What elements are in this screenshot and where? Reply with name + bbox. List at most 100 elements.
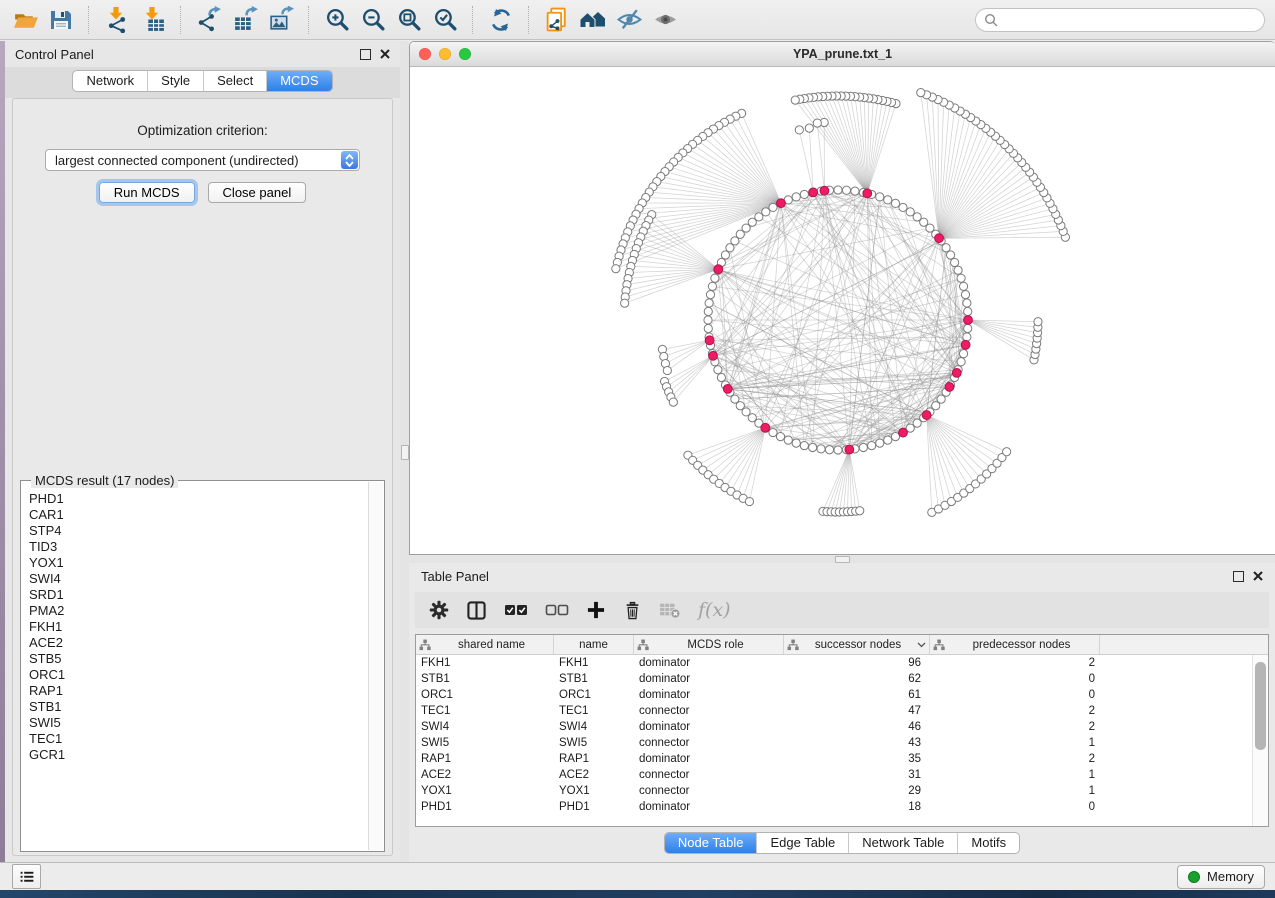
table-cell[interactable]: dominator — [634, 801, 784, 813]
table-cell[interactable]: connector — [634, 705, 784, 717]
table-settings-button[interactable] — [429, 600, 449, 620]
memory-button[interactable]: Memory — [1177, 865, 1265, 889]
delete-row-button[interactable] — [623, 600, 642, 621]
table-cell[interactable]: dominator — [634, 721, 784, 733]
table-cell[interactable]: connector — [634, 737, 784, 749]
column-header-predecessor-nodes[interactable]: predecessor nodes — [930, 635, 1100, 654]
table-cell[interactable]: PHD1 — [554, 801, 634, 813]
table-cell[interactable]: 0 — [930, 689, 1100, 701]
table-cell[interactable]: dominator — [634, 657, 784, 669]
table-row[interactable]: STB1STB1dominator620 — [416, 671, 1268, 687]
table-cell[interactable]: FKH1 — [416, 657, 554, 669]
mcds-result-item[interactable]: ACE2 — [29, 635, 367, 651]
table-cell[interactable]: 96 — [784, 657, 930, 669]
zoom-out-button[interactable] — [358, 5, 388, 35]
mcds-result-item[interactable]: TID3 — [29, 539, 367, 555]
run-mcds-button[interactable]: Run MCDS — [99, 182, 195, 203]
tab-style[interactable]: Style — [147, 71, 203, 91]
table-cell[interactable]: 47 — [784, 705, 930, 717]
close-panel-icon[interactable] — [1253, 571, 1263, 581]
table-cell[interactable]: 1 — [930, 769, 1100, 781]
table-cell[interactable]: ORC1 — [416, 689, 554, 701]
mcds-result-item[interactable]: PMA2 — [29, 603, 367, 619]
column-header-name[interactable]: name — [554, 635, 634, 654]
table-cell[interactable]: TEC1 — [416, 705, 554, 717]
table-row[interactable]: SWI4SWI4dominator462 — [416, 719, 1268, 735]
table-cell[interactable]: YOX1 — [416, 785, 554, 797]
mcds-result-item[interactable]: STP4 — [29, 523, 367, 539]
open-file-button[interactable] — [10, 5, 40, 35]
import-network-button[interactable] — [102, 5, 132, 35]
horizontal-splitter[interactable] — [409, 555, 1275, 563]
mcds-result-item[interactable]: SWI4 — [29, 571, 367, 587]
mcds-result-scrollbar[interactable] — [368, 482, 383, 850]
import-table-button[interactable] — [138, 5, 168, 35]
table-row[interactable]: SWI5SWI5connector431 — [416, 735, 1268, 751]
table-cell[interactable]: ORC1 — [554, 689, 634, 701]
criterion-dropdown[interactable]: largest connected component (undirected) — [45, 149, 360, 171]
table-cell[interactable]: dominator — [634, 753, 784, 765]
column-header-mcds-role[interactable]: MCDS role — [634, 635, 784, 654]
table-cell[interactable]: 46 — [784, 721, 930, 733]
splitter-grip[interactable] — [835, 556, 850, 563]
select-all-button[interactable] — [504, 603, 528, 618]
table-cell[interactable]: connector — [634, 769, 784, 781]
table-row[interactable]: FKH1FKH1dominator962 — [416, 655, 1268, 671]
column-header-successor-nodes[interactable]: successor nodes — [784, 635, 930, 654]
table-cell[interactable]: 61 — [784, 689, 930, 701]
table-cell[interactable]: dominator — [634, 673, 784, 685]
vertical-splitter[interactable] — [400, 41, 409, 862]
table-cell[interactable]: 31 — [784, 769, 930, 781]
table-cell[interactable]: 2 — [930, 721, 1100, 733]
table-cell[interactable]: 2 — [930, 705, 1100, 717]
show-annotations-button[interactable] — [650, 5, 680, 35]
network-graph[interactable] — [410, 67, 1275, 555]
table-row[interactable]: ORC1ORC1dominator610 — [416, 687, 1268, 703]
table-row[interactable]: RAP1RAP1dominator352 — [416, 751, 1268, 767]
splitter-grip[interactable] — [401, 445, 409, 460]
table-cell[interactable]: 29 — [784, 785, 930, 797]
mcds-result-item[interactable]: GCR1 — [29, 747, 367, 763]
table-row[interactable]: ACE2ACE2connector311 — [416, 767, 1268, 783]
table-scrollbar-thumb[interactable] — [1255, 662, 1266, 750]
mcds-result-item[interactable]: SRD1 — [29, 587, 367, 603]
export-image-button[interactable] — [266, 5, 296, 35]
column-header-shared-name[interactable]: shared name — [416, 635, 554, 654]
mcds-result-item[interactable]: TEC1 — [29, 731, 367, 747]
tab-motifs[interactable]: Motifs — [957, 833, 1019, 853]
zoom-fit-button[interactable] — [394, 5, 424, 35]
table-cell[interactable]: SWI4 — [416, 721, 554, 733]
search-houses-button[interactable] — [578, 5, 608, 35]
search-input[interactable] — [1003, 11, 1256, 28]
function-builder-button[interactable]: f(x) — [698, 600, 731, 620]
table-cell[interactable]: ACE2 — [416, 769, 554, 781]
table-cell[interactable]: STB1 — [416, 673, 554, 685]
table-cell[interactable]: 1 — [930, 785, 1100, 797]
zoom-selected-button[interactable] — [430, 5, 460, 35]
mcds-result-item[interactable]: YOX1 — [29, 555, 367, 571]
table-cell[interactable]: connector — [634, 785, 784, 797]
table-cell[interactable]: 2 — [930, 657, 1100, 669]
table-scrollbar[interactable] — [1252, 655, 1268, 826]
table-cell[interactable]: RAP1 — [554, 753, 634, 765]
tab-network-table[interactable]: Network Table — [848, 833, 957, 853]
table-cell[interactable]: 0 — [930, 801, 1100, 813]
tab-network[interactable]: Network — [73, 71, 147, 91]
network-canvas[interactable] — [410, 67, 1275, 555]
mcds-result-item[interactable]: FKH1 — [29, 619, 367, 635]
table-cell[interactable]: 1 — [930, 737, 1100, 749]
export-table-button[interactable] — [230, 5, 260, 35]
tab-edge-table[interactable]: Edge Table — [756, 833, 848, 853]
mcds-result-item[interactable]: STB1 — [29, 699, 367, 715]
mcds-result-item[interactable]: STB5 — [29, 651, 367, 667]
mcds-result-item[interactable]: SWI5 — [29, 715, 367, 731]
save-session-button[interactable] — [46, 5, 76, 35]
mcds-result-item[interactable]: RAP1 — [29, 683, 367, 699]
table-row[interactable]: TEC1TEC1connector472 — [416, 703, 1268, 719]
float-panel-icon[interactable] — [1233, 571, 1244, 582]
mcds-result-item[interactable]: CAR1 — [29, 507, 367, 523]
close-panel-button[interactable]: Close panel — [208, 182, 307, 203]
table-cell[interactable]: SWI4 — [554, 721, 634, 733]
table-cell[interactable]: 18 — [784, 801, 930, 813]
table-cell[interactable]: SWI5 — [416, 737, 554, 749]
